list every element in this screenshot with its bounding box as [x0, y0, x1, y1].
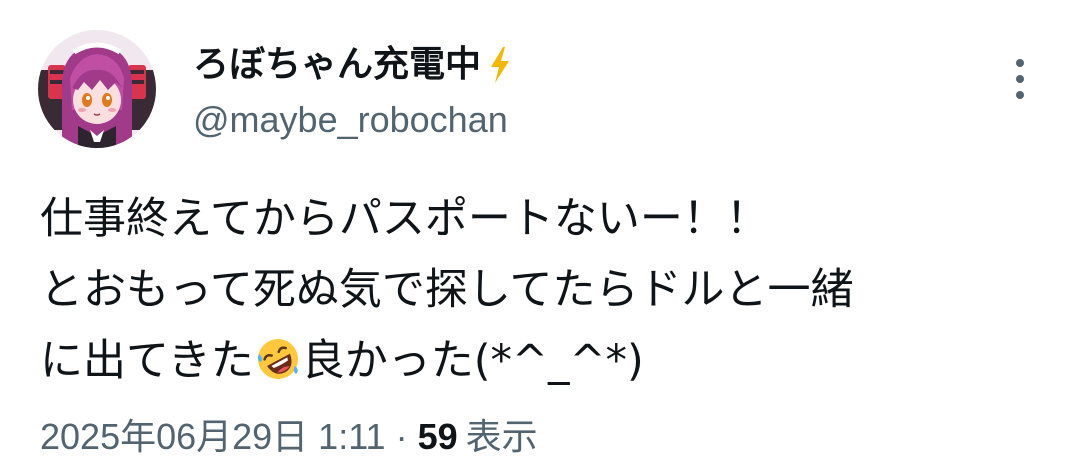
rolling-on-floor-laughing-icon [255, 333, 301, 379]
lightning-bolt-icon [487, 45, 513, 85]
tweet-text-segment: に出てきた [40, 336, 254, 386]
avatar-image [38, 30, 156, 148]
tweet-text-line: 仕事終えてからパスポートないー！！ [40, 194, 769, 244]
views-label: 表示 [465, 416, 538, 457]
views-count[interactable]: 59 [418, 416, 458, 457]
tweet-text-line: とおもって死ぬ気で探してたらドルと一緒 [40, 265, 854, 315]
tweet-card: ろぼちゃん充電中 @maybe_robochan 仕事終えてからパスポートないー… [0, 0, 1080, 475]
meta-separator: · [395, 416, 408, 457]
user-handle[interactable]: @maybe_robochan [193, 94, 508, 146]
timestamp[interactable]: 2025年06月29日 1:11 [40, 416, 386, 457]
tweet-text-segment: 良かった(*^_^*) [301, 336, 644, 386]
tweet-meta: 2025年06月29日 1:11 · 59 表示 [40, 412, 538, 462]
display-name[interactable]: ろぼちゃん充電中 [193, 38, 481, 92]
more-options-icon[interactable] [1003, 56, 1037, 102]
tweet-text-line: に出てきた 良かった(*^_^*) [40, 326, 1040, 397]
avatar[interactable] [38, 30, 156, 148]
author-name-row: ろぼちゃん充電中 [193, 38, 513, 92]
tweet-text: 仕事終えてからパスポートないー！！ とおもって死ぬ気で探してたらドルと一緒 に出… [40, 184, 1040, 397]
